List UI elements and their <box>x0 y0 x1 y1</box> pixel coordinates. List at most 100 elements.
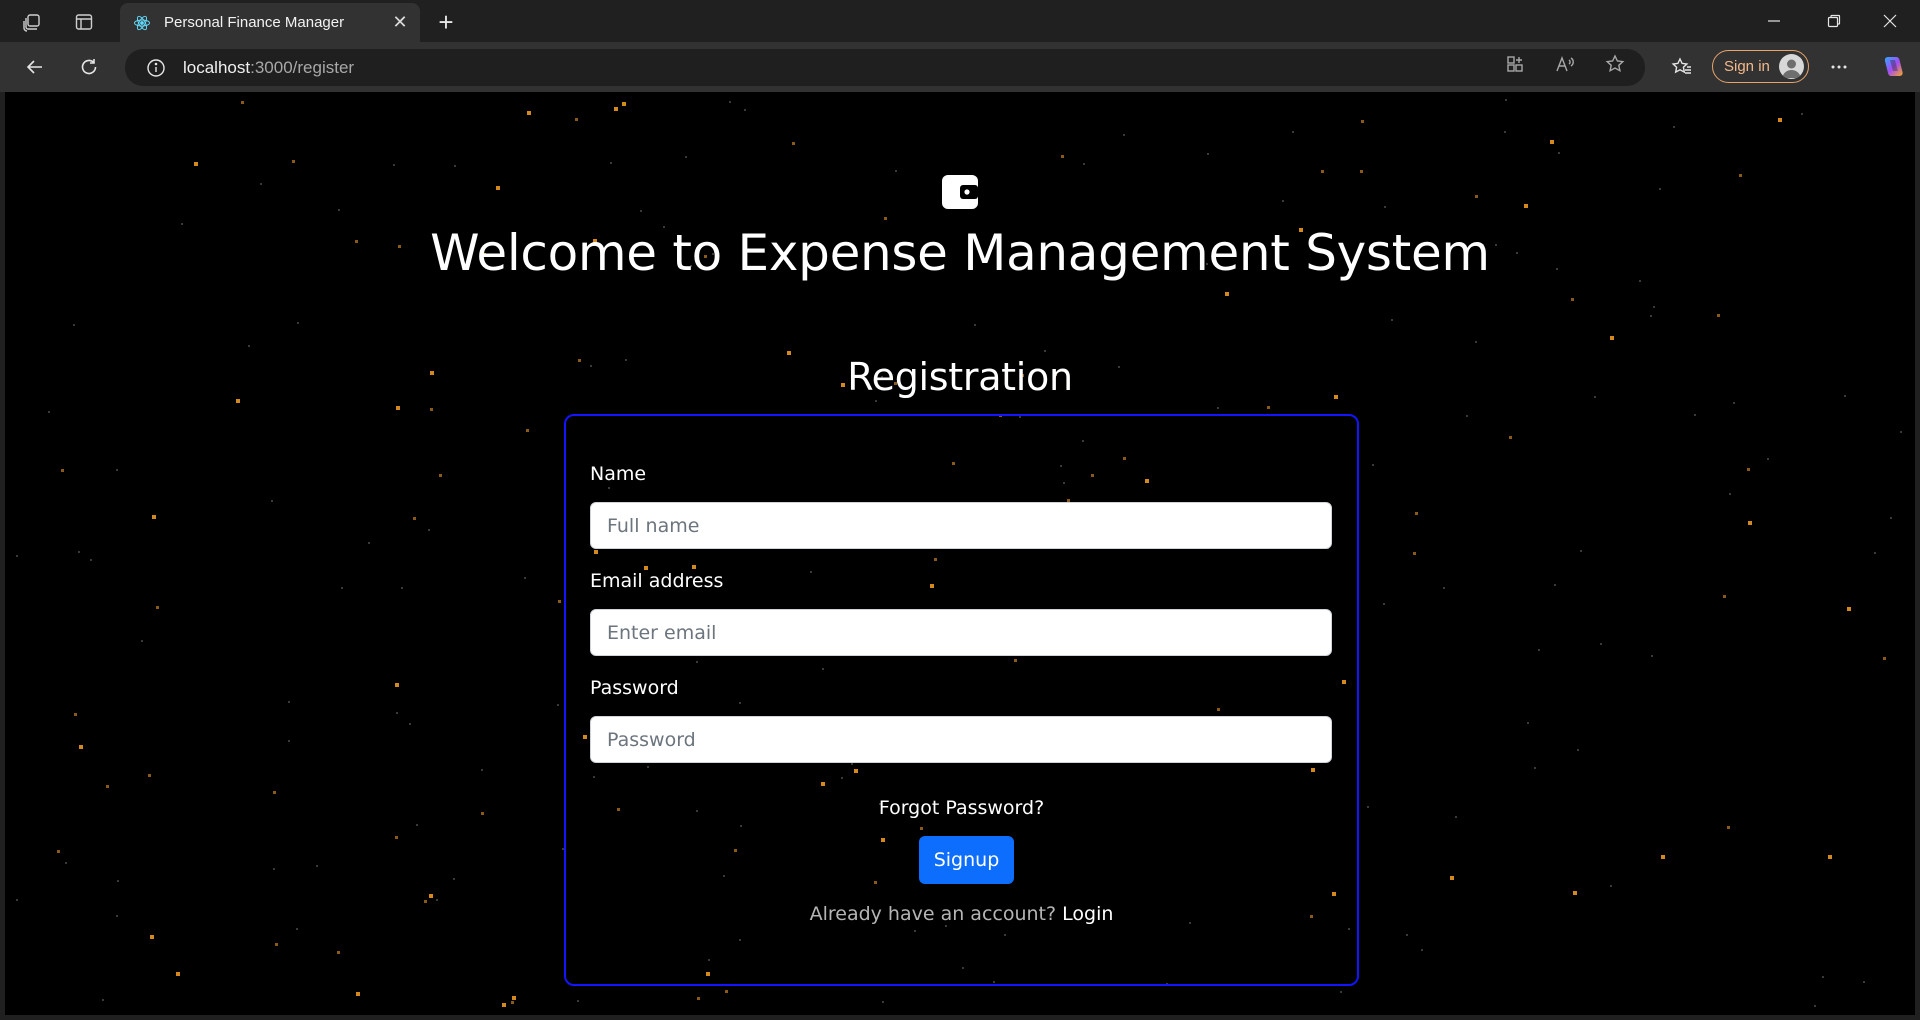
star-dot <box>439 474 442 477</box>
star-dot <box>524 577 526 579</box>
star-dot <box>1538 649 1540 651</box>
sign-in-button[interactable]: Sign in <box>1712 50 1809 83</box>
star-dot <box>1650 315 1652 317</box>
star-dot <box>725 990 728 993</box>
star-dot <box>1890 517 1892 519</box>
wallet-icon <box>940 172 980 212</box>
star-dot <box>436 899 438 901</box>
registration-form: Name Email address Password Forgot Passw… <box>564 414 1359 986</box>
star-dot <box>1661 855 1665 859</box>
star-dot <box>116 469 118 471</box>
star-dot <box>273 791 276 794</box>
more-options-icon[interactable] <box>1824 52 1854 82</box>
star-dot <box>356 992 360 996</box>
star-dot <box>1361 120 1364 123</box>
star-dot <box>1577 749 1579 751</box>
star-dot <box>1509 436 1512 439</box>
copilot-icon[interactable] <box>1878 52 1908 82</box>
star-dot <box>90 559 92 561</box>
star-dot <box>614 107 618 111</box>
workspaces-icon[interactable] <box>19 9 45 35</box>
email-input[interactable] <box>590 609 1332 656</box>
star-dot <box>116 915 118 917</box>
star-dot <box>292 160 295 163</box>
star-dot <box>1505 99 1507 101</box>
star-dot <box>1044 350 1046 352</box>
star-dot <box>1217 407 1219 409</box>
star-dot <box>1504 131 1506 133</box>
star-dot <box>194 162 198 166</box>
read-aloud-icon[interactable] <box>1550 49 1580 79</box>
browser-tab-active[interactable]: Personal Finance Manager ✕ <box>120 3 420 42</box>
star-dot <box>395 836 398 839</box>
site-info-icon[interactable] <box>145 57 167 79</box>
star-dot <box>1372 464 1374 466</box>
back-arrow-icon[interactable] <box>20 52 50 82</box>
star-dot <box>1292 131 1294 133</box>
star-dot <box>316 865 318 867</box>
star-dot <box>395 683 399 687</box>
star-dot <box>527 111 531 115</box>
close-tab-icon[interactable]: ✕ <box>386 9 414 37</box>
app-available-icon[interactable] <box>1500 49 1530 79</box>
star-dot <box>1653 306 1655 308</box>
star-dot <box>1828 855 1832 859</box>
star-dot <box>496 186 500 190</box>
star-dot <box>1558 152 1560 154</box>
star-dot <box>48 411 50 413</box>
star-dot <box>78 551 80 553</box>
favorites-icon[interactable] <box>1667 52 1697 82</box>
star-dot <box>102 999 104 1001</box>
form-title: Registration <box>847 355 1073 399</box>
login-link[interactable]: Login <box>1062 903 1113 925</box>
star-dot <box>1822 976 1824 978</box>
close-window-icon[interactable] <box>1862 0 1918 42</box>
star-dot <box>1659 188 1661 190</box>
star-dot <box>337 951 340 954</box>
signup-button[interactable]: Signup <box>919 836 1014 884</box>
star-dot <box>236 399 240 403</box>
minimize-icon[interactable] <box>1746 0 1802 42</box>
star-dot <box>409 723 411 725</box>
star-dot <box>1443 587 1445 589</box>
refresh-icon[interactable] <box>74 52 104 82</box>
favorite-star-icon[interactable] <box>1600 49 1630 79</box>
star-dot <box>558 600 561 603</box>
star-dot <box>416 824 418 826</box>
star-dot <box>1723 595 1726 598</box>
star-dot <box>1554 584 1556 586</box>
star-dot <box>454 165 456 167</box>
star-dot <box>148 774 151 777</box>
star-dot <box>622 102 626 106</box>
new-tab-plus-icon[interactable]: + <box>432 7 460 37</box>
name-label: Name <box>590 463 647 485</box>
star-dot <box>65 862 67 864</box>
star-dot <box>150 935 154 939</box>
name-input[interactable] <box>590 502 1332 549</box>
star-dot <box>413 517 416 520</box>
forgot-password-link[interactable]: Forgot Password? <box>566 797 1357 819</box>
address-bar[interactable]: localhost:3000/register <box>125 49 1645 86</box>
star-dot <box>1863 981 1865 983</box>
star-dot <box>1600 643 1602 645</box>
star-dot <box>1466 415 1468 417</box>
vertical-tabs-icon[interactable] <box>71 9 97 35</box>
star-dot <box>1610 336 1614 340</box>
already-account-text: Already have an account? <box>809 903 1057 925</box>
restore-icon[interactable] <box>1806 0 1862 42</box>
star-dot <box>1733 402 1735 404</box>
star-dot <box>141 640 143 642</box>
star-dot <box>1267 406 1270 409</box>
password-input[interactable] <box>590 716 1332 763</box>
star-dot <box>1406 934 1408 936</box>
star-dot <box>884 217 887 220</box>
tab-title: Personal Finance Manager <box>164 14 345 31</box>
star-dot <box>73 324 75 326</box>
star-dot <box>1673 126 1675 128</box>
star-dot <box>1384 206 1386 208</box>
star-dot <box>1767 458 1769 460</box>
password-label: Password <box>590 677 679 699</box>
star-dot <box>16 555 18 557</box>
browser-tab-bar: Personal Finance Manager ✕ + <box>0 0 1920 42</box>
star-dot <box>1282 200 1284 202</box>
